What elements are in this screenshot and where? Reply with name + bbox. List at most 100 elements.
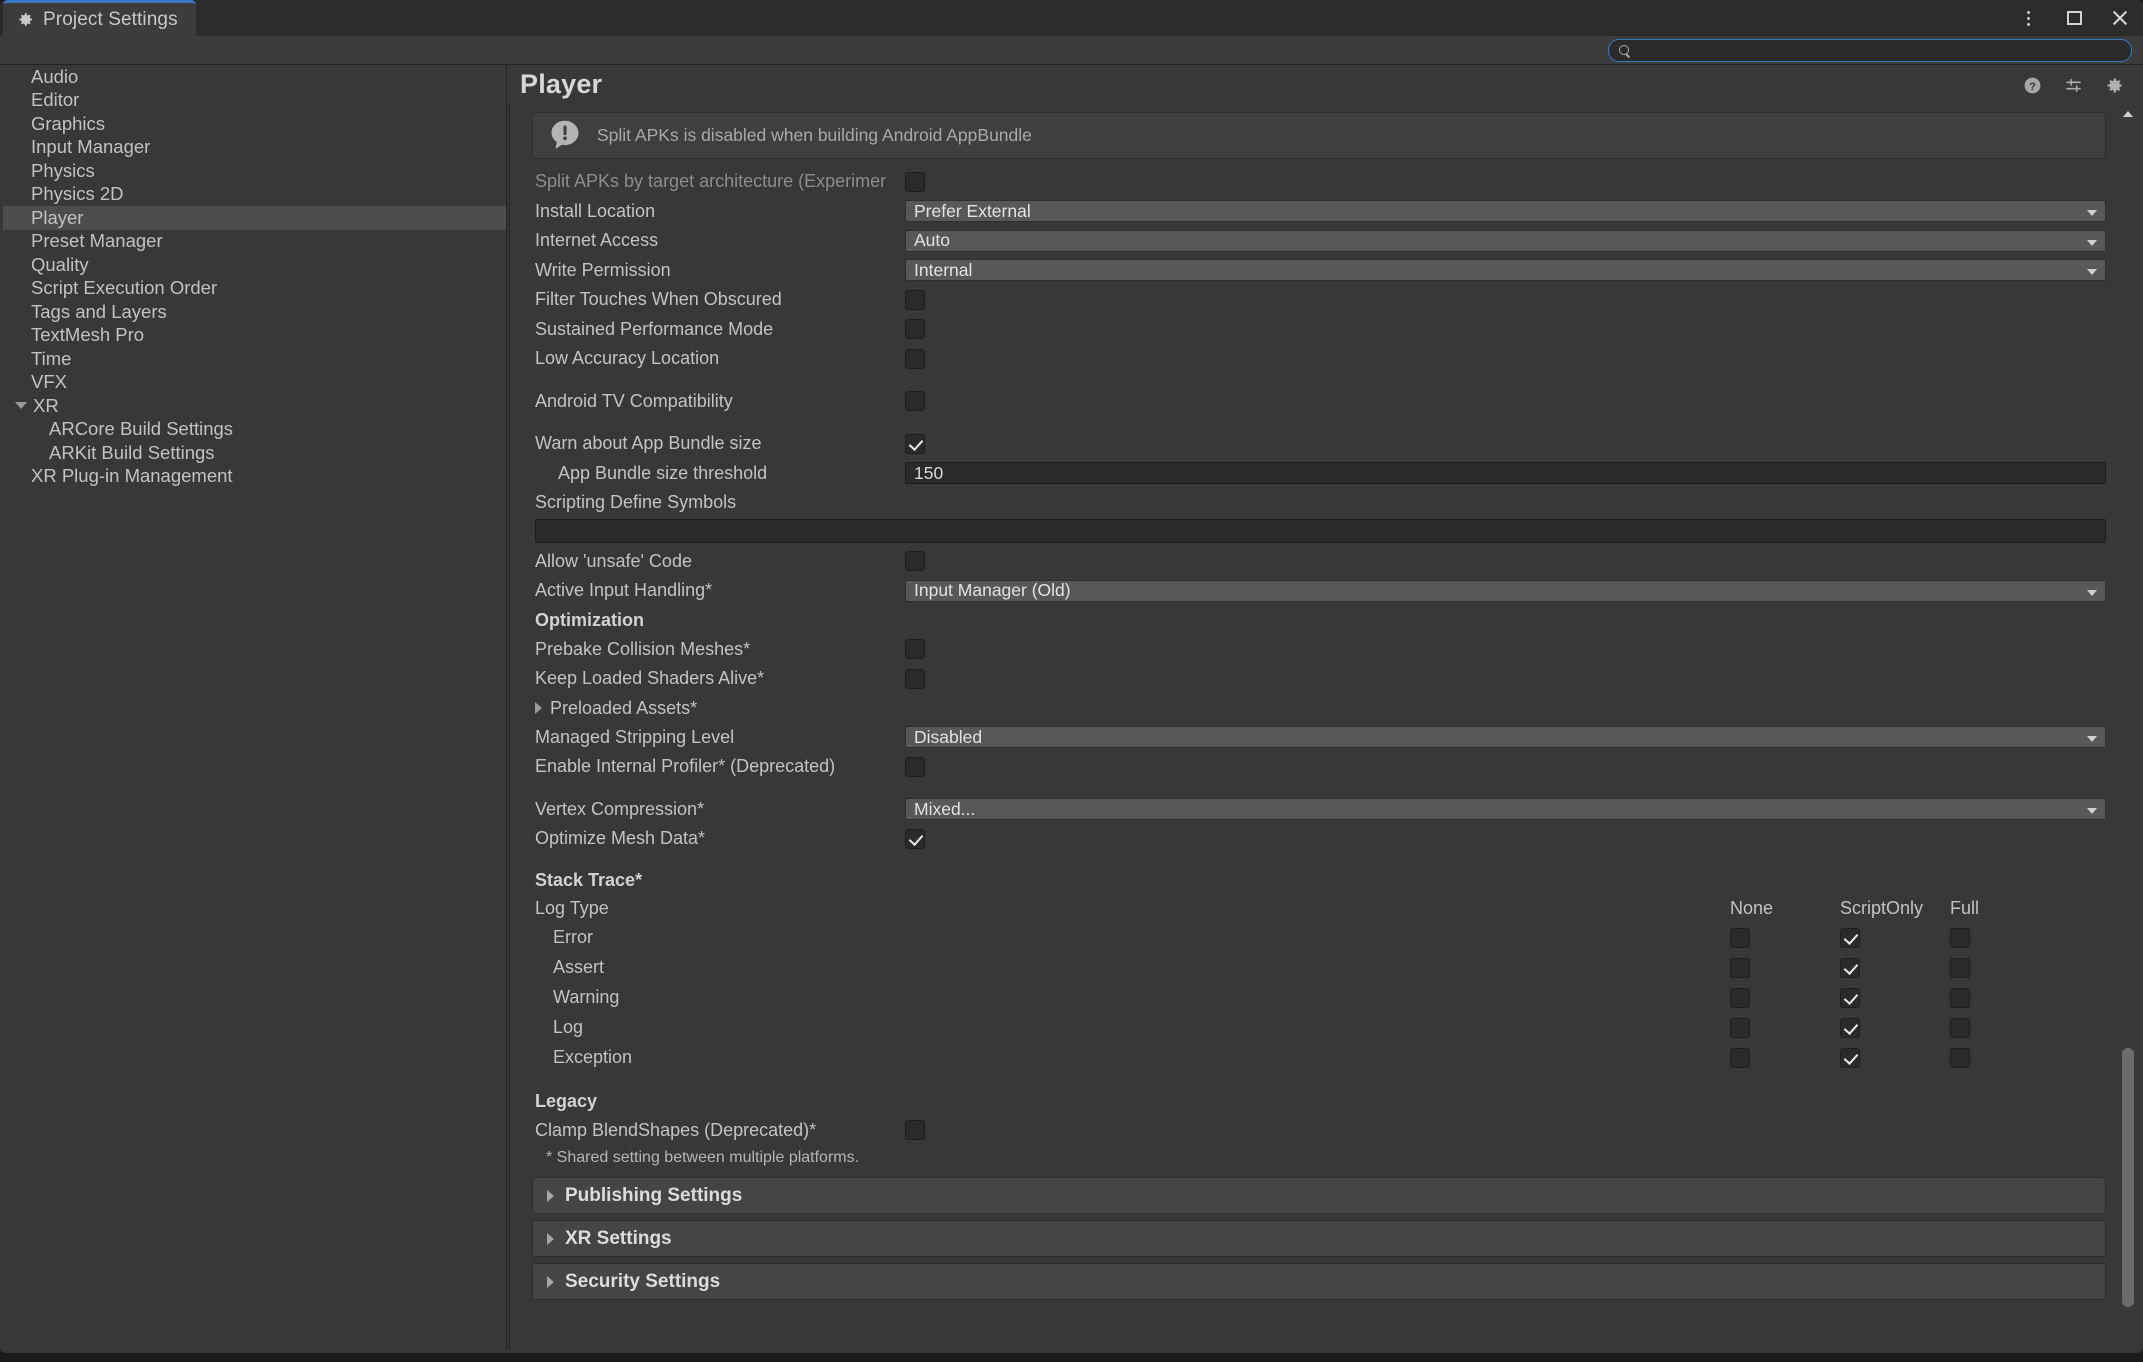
prebake-collision-meshes-checkbox[interactable] [905, 639, 925, 660]
cell-log-none [1730, 1017, 1840, 1038]
sidebar-item-audio[interactable]: Audio [3, 65, 506, 89]
sidebar-item-physics-2d[interactable]: Physics 2D [3, 183, 506, 207]
setting-label: Enable Internal Profiler* (Deprecated) [535, 756, 836, 777]
sidebar-item-player[interactable]: Player [3, 206, 506, 230]
sidebar-item-arkit-build-settings[interactable]: ARKit Build Settings [3, 441, 506, 465]
sidebar-item-label: Player [31, 206, 84, 228]
error-none-checkbox[interactable] [1730, 927, 1750, 948]
info-bubble-icon [547, 118, 583, 154]
optimize-mesh-data-checkbox[interactable] [905, 828, 925, 849]
collapsible-sections: Publishing Settings XR Settings Security S… [524, 1177, 2114, 1300]
cell-log-scriptonly [1840, 1017, 1950, 1038]
sidebar-item-script-execution-order[interactable]: Script Execution Order [3, 277, 506, 301]
warn-about-app-bundle-size-checkbox[interactable] [905, 433, 925, 454]
foldout-label[interactable]: Preloaded Assets* [550, 698, 697, 719]
exception-none-checkbox[interactable] [1730, 1047, 1750, 1068]
filter-touches-when-obscured-checkbox[interactable] [905, 289, 925, 310]
settings-sidebar[interactable]: Audio Editor Graphics Input Manager Physics P… [3, 65, 507, 1350]
split-apks-by-target-architecture-checkbox[interactable] [905, 171, 925, 192]
sidebar-item-editor[interactable]: Editor [3, 89, 506, 113]
chevron-down-icon[interactable] [15, 402, 27, 410]
collapsible-label: XR Settings [565, 1227, 672, 1249]
gear-icon[interactable] [2105, 76, 2124, 95]
sidebar-item-quality[interactable]: Quality [3, 253, 506, 277]
maximize-icon[interactable] [2063, 7, 2085, 29]
managed-stripping-level-dropdown[interactable]: Disabled [905, 726, 2106, 749]
log-type-label: Log Type [535, 898, 609, 918]
internet-access-dropdown[interactable]: Auto [905, 229, 2106, 252]
active-input-handling-dropdown[interactable]: Input Manager (Old) [905, 579, 2106, 602]
cell-warning-scriptonly [1840, 987, 1950, 1008]
chevron-down-icon [2087, 269, 2097, 276]
clamp-blendshapes-checkbox[interactable] [905, 1120, 925, 1141]
sidebar-item-graphics[interactable]: Graphics [3, 112, 506, 136]
collapsible-publishing-settings[interactable]: Publishing Settings [532, 1177, 2106, 1214]
row-enable-internal-profiler: Enable Internal Profiler* (Deprecated) [524, 752, 2114, 782]
row-optimize-mesh-data: Optimize Mesh Data* [524, 824, 2114, 854]
settings-rows-group-1: Split APKs by target architecture (Exper… [524, 167, 2114, 488]
enable-internal-profiler-checkbox[interactable] [905, 756, 925, 777]
setting-label: Sustained Performance Mode [535, 318, 774, 339]
stack-trace-row-error: Error [524, 923, 2114, 953]
warning-none-checkbox[interactable] [1730, 987, 1750, 1008]
sidebar-item-physics[interactable]: Physics [3, 159, 506, 183]
exception-scriptonly-checkbox[interactable] [1840, 1047, 1860, 1068]
setting-label: Keep Loaded Shaders Alive* [535, 668, 765, 689]
scripting-define-symbols-input[interactable] [535, 518, 2106, 543]
row-scripting-define-symbols-label: Scripting Define Symbols [524, 488, 2114, 518]
stack-trace-row-exception: Exception [524, 1043, 2114, 1073]
sidebar-item-arcore-build-settings[interactable]: ARCore Build Settings [3, 418, 506, 442]
android-tv-compatibility-checkbox[interactable] [905, 391, 925, 412]
assert-scriptonly-checkbox[interactable] [1840, 957, 1860, 978]
sidebar-item-label: VFX [31, 371, 67, 393]
log-none-checkbox[interactable] [1730, 1017, 1750, 1038]
scroll-up-icon[interactable] [2123, 111, 2133, 117]
low-accuracy-location-checkbox[interactable] [905, 348, 925, 369]
sidebar-item-label: XR [33, 394, 59, 416]
sidebar-item-xr[interactable]: XR [3, 394, 506, 418]
install-location-dropdown[interactable]: Prefer External [905, 200, 2106, 223]
setting-label: Clamp BlendShapes (Deprecated)* [535, 1119, 817, 1140]
app-bundle-size-threshold-input[interactable]: 150 [905, 462, 2106, 485]
warning-scriptonly-checkbox[interactable] [1840, 987, 1860, 1008]
preset-icon[interactable] [2064, 76, 2083, 95]
log-scriptonly-checkbox[interactable] [1840, 1017, 1860, 1038]
sidebar-item-vfx[interactable]: VFX [3, 371, 506, 395]
settings-rows-group-2: Allow 'unsafe' Code Active Input Handling… [524, 547, 2114, 606]
scrollbar-thumb[interactable] [2122, 1047, 2134, 1307]
sidebar-item-input-manager[interactable]: Input Manager [3, 136, 506, 160]
exception-full-checkbox[interactable] [1950, 1047, 1970, 1068]
vertical-dots-icon[interactable] [2017, 7, 2039, 29]
row-prebake-collision-meshes: Prebake Collision Meshes* [524, 635, 2114, 665]
chevron-right-icon [547, 1275, 554, 1288]
keep-loaded-shaders-alive-checkbox[interactable] [905, 668, 925, 689]
assert-full-checkbox[interactable] [1950, 957, 1970, 978]
sidebar-item-preset-manager[interactable]: Preset Manager [3, 230, 506, 254]
error-scriptonly-checkbox[interactable] [1840, 927, 1860, 948]
assert-none-checkbox[interactable] [1730, 957, 1750, 978]
allow-unsafe-code-checkbox[interactable] [905, 551, 925, 572]
chevron-down-icon [2087, 736, 2097, 743]
sidebar-item-time[interactable]: Time [3, 347, 506, 371]
sustained-performance-mode-checkbox[interactable] [905, 319, 925, 340]
tab-project-settings[interactable]: Project Settings [3, 0, 196, 36]
vertical-scrollbar[interactable] [2120, 109, 2136, 1344]
search-box[interactable] [1608, 39, 2132, 62]
close-icon[interactable] [2109, 7, 2131, 29]
chevron-right-icon[interactable] [535, 702, 542, 714]
setting-label: Split APKs by target architecture (Exper… [535, 171, 887, 192]
write-permission-dropdown[interactable]: Internal [905, 259, 2106, 282]
vertex-compression-dropdown[interactable]: Mixed... [905, 798, 2106, 821]
body-area: Audio Editor Graphics Input Manager Physics P… [0, 65, 2143, 1353]
warning-full-checkbox[interactable] [1950, 987, 1970, 1008]
sidebar-item-tags-and-layers[interactable]: Tags and Layers [3, 300, 506, 324]
error-full-checkbox[interactable] [1950, 927, 1970, 948]
search-input[interactable] [1638, 42, 2121, 59]
sidebar-item-xr-plug-in-management[interactable]: XR Plug-in Management [3, 465, 506, 489]
help-icon[interactable]: ? [2023, 76, 2042, 95]
collapsible-xr-settings[interactable]: XR Settings [532, 1220, 2106, 1257]
collapsible-security-settings[interactable]: Security Settings [532, 1263, 2106, 1300]
log-full-checkbox[interactable] [1950, 1017, 1970, 1038]
sidebar-item-textmesh-pro[interactable]: TextMesh Pro [3, 324, 506, 348]
stack-trace-row-label: Error [553, 927, 593, 947]
